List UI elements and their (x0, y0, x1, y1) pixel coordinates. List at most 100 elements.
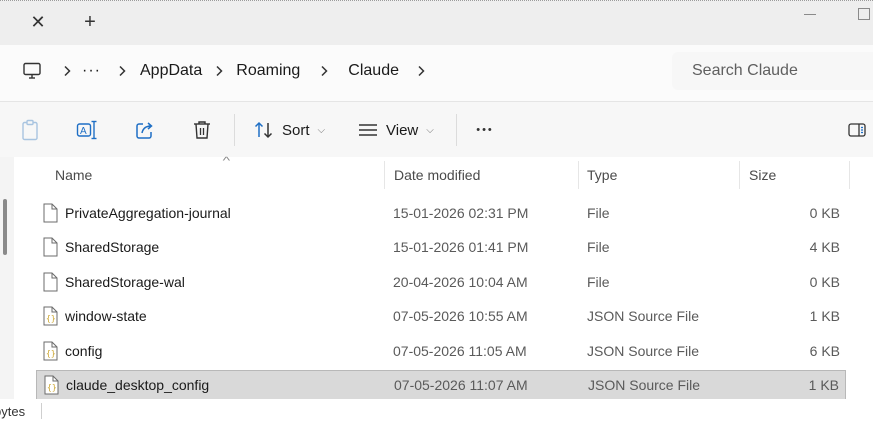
file-type: JSON Source File (587, 342, 700, 359)
plus-icon: + (84, 10, 96, 33)
file-name: SharedStorage (65, 239, 160, 256)
breadcrumb-claude[interactable]: Claude (348, 52, 399, 90)
delete-button[interactable] (190, 116, 214, 144)
share-icon (136, 122, 153, 139)
column-divider[interactable] (739, 161, 740, 189)
breadcrumb-overflow[interactable]: ··· (82, 52, 110, 90)
details-pane-button[interactable] (846, 116, 868, 144)
file-name-cell[interactable]: PrivateAggregation-journal (42, 198, 231, 228)
file-type: File (587, 239, 610, 256)
file-name: config (65, 342, 103, 359)
column-divider[interactable] (384, 161, 385, 189)
file-date: 07-05-2026 10:55 AM (393, 308, 528, 325)
table-row[interactable]: {} config 07-05-2026 11:05 AM JSON Source F… (36, 336, 846, 366)
delete-icon (194, 121, 210, 139)
chevron-right-icon[interactable] (300, 52, 348, 90)
sort-button[interactable]: Sort ⌵ (254, 116, 325, 144)
file-size: 0 KB (809, 273, 840, 290)
sort-label: Sort (282, 121, 310, 139)
svg-text:{}: {} (47, 383, 57, 392)
breadcrumb-appdata[interactable]: AppData (134, 52, 202, 90)
file-size: 4 KB (809, 239, 840, 256)
file-type: JSON Source File (588, 377, 701, 393)
chevron-right-icon[interactable] (52, 52, 82, 90)
toolbar-separator (456, 114, 457, 146)
file-type: File (587, 205, 610, 221)
close-tab-button[interactable]: ✕ (26, 10, 50, 34)
file-size: 0 KB (809, 205, 840, 221)
rename-button[interactable]: A (74, 116, 100, 144)
file-name-cell[interactable]: SharedStorage (42, 232, 159, 262)
table-row[interactable]: {} window-state 07-05-2026 10:55 AM JSON So… (36, 301, 846, 331)
file-name: claude_desktop_config (66, 377, 210, 393)
column-header-size[interactable]: Size (749, 157, 849, 193)
paste-icon (22, 119, 38, 141)
breadcrumb[interactable]: ··· AppData Roaming Claude (12, 52, 662, 90)
close-icon: ✕ (30, 11, 46, 32)
details-pane-icon (848, 123, 866, 137)
address-area: ··· AppData Roaming Claude (0, 45, 873, 101)
chevron-down-icon: ⌵ (426, 124, 434, 136)
svg-text:{}: {} (46, 349, 56, 358)
json-file-icon: {} (43, 375, 59, 395)
column-header-date[interactable]: Date modified (394, 157, 574, 193)
search-box[interactable] (672, 52, 873, 90)
file-date: 15-01-2026 02:31 PM (393, 205, 529, 221)
scrollbar-thumb[interactable] (3, 199, 7, 255)
column-header-row: Name ^ Date modified Type Size (14, 156, 873, 193)
file-size: 1 KB (809, 308, 840, 325)
view-label: View (386, 121, 419, 139)
breadcrumb-roaming[interactable]: Roaming (236, 52, 300, 90)
file-icon (42, 237, 58, 257)
command-bar: A Sort ⌵ View ⌵ ••• (0, 101, 873, 159)
column-header-name[interactable]: Name (55, 157, 375, 193)
vertical-scrollbar[interactable] (0, 157, 14, 399)
new-tab-button[interactable]: + (78, 10, 102, 34)
computer-icon[interactable] (12, 52, 52, 90)
chevron-right-icon[interactable] (202, 52, 236, 90)
svg-text:A: A (80, 126, 87, 137)
share-button[interactable] (133, 116, 157, 144)
column-header-type[interactable]: Type (587, 157, 737, 193)
chevron-right-icon[interactable] (110, 52, 134, 90)
table-row[interactable]: SharedStorage 15-01-2026 01:41 PM File 4 KB (36, 232, 846, 262)
table-row[interactable]: PrivateAggregation-journal 15-01-2026 02:… (36, 198, 846, 228)
file-explorer-window: ✕ + ··· AppData Roaming Claude Search Cl… (0, 0, 873, 424)
file-name-cell[interactable]: {} claude_desktop_config (43, 371, 209, 399)
file-name-cell[interactable]: {} window-state (42, 301, 147, 331)
table-row[interactable]: SharedStorage-wal 20-04-2026 10:04 AM File… (36, 267, 846, 297)
file-date: 07-05-2026 11:05 AM (393, 342, 527, 359)
more-options-button[interactable]: ••• (472, 116, 498, 144)
json-file-icon: {} (42, 341, 58, 361)
file-date: 15-01-2026 01:41 PM (393, 239, 529, 256)
rename-icon: A (76, 120, 97, 140)
table-row[interactable]: {} claude_desktop_config 07-05-2026 11:07 … (36, 370, 846, 400)
file-name-cell[interactable]: SharedStorage-wal (42, 267, 185, 297)
file-icon (42, 272, 58, 292)
file-type: File (587, 273, 610, 290)
search-input[interactable] (690, 61, 873, 81)
maximize-button[interactable] (855, 5, 873, 23)
status-bar: bytes (0, 399, 873, 424)
file-icon (42, 203, 58, 223)
file-size: 6 KB (809, 342, 840, 359)
tab-strip: ✕ + (0, 1, 873, 45)
status-text: bytes (0, 404, 26, 419)
toolbar-separator (234, 114, 235, 146)
file-date: 20-04-2026 10:04 AM (393, 273, 528, 290)
file-name-cell[interactable]: {} config (42, 336, 102, 366)
column-divider[interactable] (578, 161, 579, 189)
file-list: Name ^ Date modified Type Size PrivateAg… (0, 156, 873, 400)
column-divider[interactable] (849, 161, 850, 189)
file-date: 07-05-2026 11:07 AM (394, 377, 528, 393)
file-name: SharedStorage-wal (65, 273, 185, 290)
sort-ascending-icon: ^ (222, 156, 231, 167)
view-button[interactable]: View ⌵ (358, 116, 434, 144)
minimize-button[interactable] (800, 5, 820, 21)
file-name: window-state (65, 308, 147, 325)
status-separator (41, 403, 42, 419)
chevron-right-icon[interactable] (399, 52, 443, 90)
file-name: PrivateAggregation-journal (65, 205, 231, 221)
view-icon (359, 124, 377, 136)
paste-button[interactable] (18, 116, 42, 144)
